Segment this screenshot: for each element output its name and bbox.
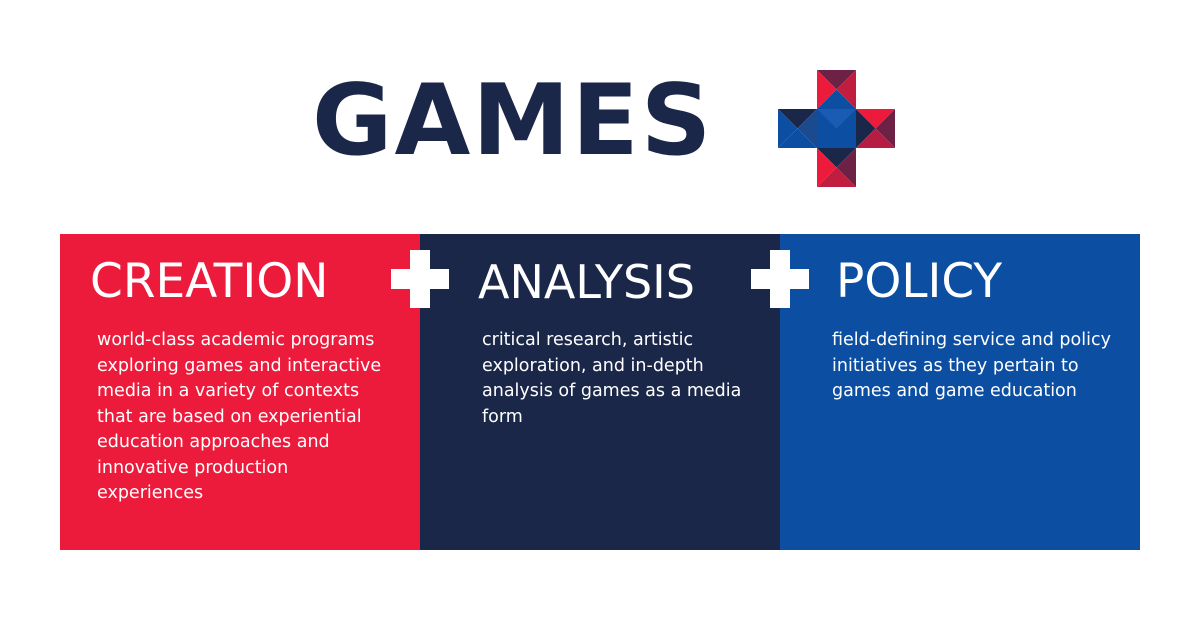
page-title: GAMES	[312, 64, 714, 178]
policy-heading: POLICY	[836, 254, 1003, 309]
creation-description: world-class academic programs exploring …	[97, 330, 382, 503]
creation-heading: CREATION	[90, 254, 329, 309]
panel-policy: POLICY field-defining service and policy…	[780, 234, 1140, 550]
plus-logo-icon	[778, 70, 895, 187]
panel-analysis: ANALYSIS critical research, artistic exp…	[420, 234, 780, 550]
analysis-description: critical research, artistic exploration,…	[482, 330, 742, 427]
pillars-section: CREATION world-class academic programs e…	[60, 234, 1140, 550]
plus-icon	[391, 250, 449, 308]
plus-icon	[751, 250, 809, 308]
policy-description: field-defining service and policy initia…	[832, 330, 1111, 401]
panel-creation: CREATION world-class academic programs e…	[60, 234, 420, 550]
analysis-heading: ANALYSIS	[478, 255, 695, 309]
